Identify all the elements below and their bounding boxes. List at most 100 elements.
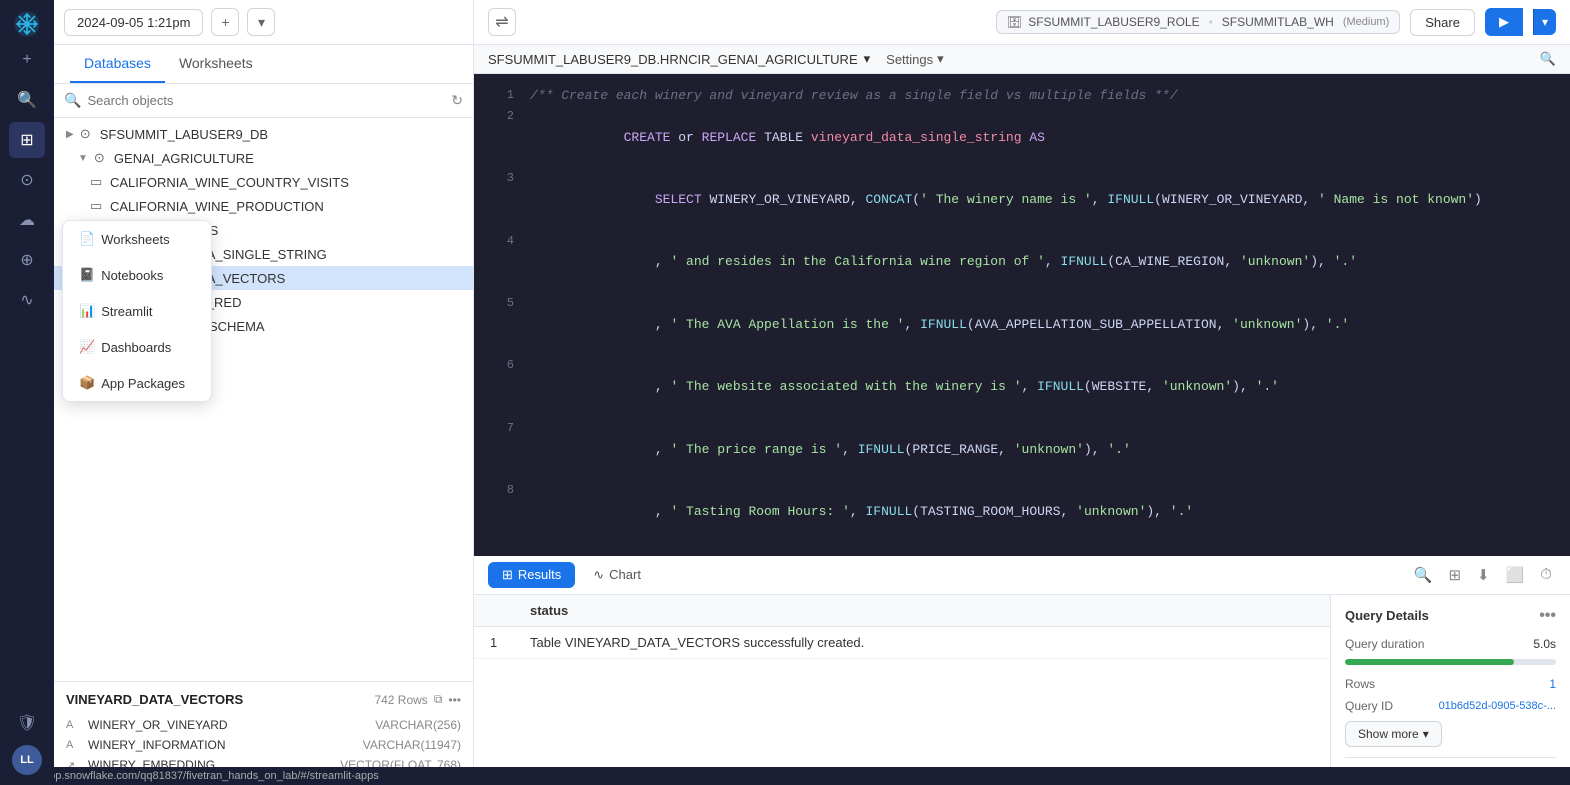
db-chevron-icon: ▾ xyxy=(864,51,871,67)
add-button[interactable]: + xyxy=(211,8,239,36)
tree-item-wine-production[interactable]: ▭ CALIFORNIA_WINE_PRODUCTION xyxy=(54,194,473,218)
db-role-icon: 🗄 xyxy=(1007,15,1022,29)
query-id-row: Query ID 01b6d52d-0905-538c-... xyxy=(1345,699,1556,713)
dropdown-worksheets[interactable]: 📄 Worksheets xyxy=(63,221,211,257)
chevron-icon: ▶ xyxy=(66,129,74,140)
table-info-header: VINEYARD_DATA_VECTORS 742 Rows ⧉ ••• xyxy=(66,692,461,707)
role-badge: 🗄 SFSUMMIT_LABUSER9_ROLE • SFSUMMITLAB_W… xyxy=(996,10,1400,34)
dashboards-icon: 📈 xyxy=(79,339,95,355)
nav-activity-icon[interactable]: ∿ xyxy=(9,282,45,318)
chart-tab-button[interactable]: ∿ Chart xyxy=(583,562,651,588)
rows-value: 1 xyxy=(1549,677,1556,691)
editor-search-button[interactable]: 🔍 xyxy=(1540,51,1556,67)
query-id-value[interactable]: 01b6d52d-0905-538c-... xyxy=(1439,700,1556,712)
results-toolbar: ⊞ Results ∿ Chart 🔍 ⊞ ⬇ ⬜ ⏱ xyxy=(474,556,1570,595)
duration-progress-fill xyxy=(1345,659,1514,665)
dropdown-button[interactable]: ▾ xyxy=(247,8,275,36)
code-line-4: 4 , ' and resides in the California wine… xyxy=(474,232,1570,294)
tree-root[interactable]: ▶ ⊙ SFSUMMIT_LABUSER9_DB xyxy=(54,122,473,146)
rows-row: Rows 1 xyxy=(1345,677,1556,691)
search-results-icon[interactable]: 🔍 xyxy=(1410,562,1437,588)
editor-icon-btn[interactable]: ⇌ xyxy=(488,8,516,36)
expand-icon[interactable]: ⬜ xyxy=(1502,562,1529,588)
query-details-title: Query Details ••• xyxy=(1345,607,1556,625)
chevron-down-icon: ▾ xyxy=(1423,727,1429,741)
tree-root-label: SFSUMMIT_LABUSER9_DB xyxy=(100,127,461,142)
code-line-3: 3 SELECT WINERY_OR_VINEYARD, CONCAT(' Th… xyxy=(474,169,1570,231)
date-pill[interactable]: 2024-09-05 1:21pm xyxy=(64,9,203,36)
nav-add-icon[interactable]: + xyxy=(9,42,45,78)
code-line-8: 8 , ' Tasting Room Hours: ', IFNULL(TAST… xyxy=(474,481,1570,543)
main-panel: ⇌ 🗄 SFSUMMIT_LABUSER9_ROLE • SFSUMMITLAB… xyxy=(474,0,1570,785)
copy-icon[interactable]: ⧉ xyxy=(434,692,443,707)
results-table: status 1 Table VINEYARD_DATA_VECTORS suc… xyxy=(474,595,1330,659)
query-details-more-icon[interactable]: ••• xyxy=(1539,607,1556,625)
nav-database-icon[interactable]: ⊞ xyxy=(9,122,45,158)
warehouse-size: (Medium) xyxy=(1343,16,1389,28)
editor-topbar: SFSUMMIT_LABUSER9_DB.HRNCIR_GENAI_AGRICU… xyxy=(474,45,1570,74)
run-button[interactable]: ▶ xyxy=(1485,8,1523,36)
download-icon[interactable]: ⬇ xyxy=(1473,562,1494,588)
run-icon: ▶ xyxy=(1499,14,1509,30)
nav-history-icon[interactable]: ⊙ xyxy=(9,162,45,198)
notebooks-icon: 📓 xyxy=(79,267,95,283)
dropdown-menu: 📄 Worksheets 📓 Notebooks 📊 Streamlit ➜ 📈… xyxy=(62,220,212,402)
search-input[interactable] xyxy=(87,93,445,108)
results-tab-button[interactable]: ⊞ Results xyxy=(488,562,575,588)
code-line-1: 1 /** Create each winery and vineyard re… xyxy=(474,86,1570,107)
nav-apps-icon[interactable]: ⊕ xyxy=(9,242,45,278)
worksheets-icon: 📄 xyxy=(79,231,95,247)
settings-button[interactable]: Settings ▾ xyxy=(886,51,944,67)
date-label: 2024-09-05 1:21pm xyxy=(77,15,190,30)
tab-worksheets[interactable]: Worksheets xyxy=(165,45,267,83)
results-table-container: status 1 Table VINEYARD_DATA_VECTORS suc… xyxy=(474,595,1330,785)
status-column-header: status xyxy=(514,595,1330,627)
nav-search-icon[interactable]: 🔍 xyxy=(9,82,45,118)
query-details-panel: Query Details ••• Query duration 5.0s Ro… xyxy=(1330,595,1570,785)
column-row-info[interactable]: A WINERY_INFORMATION VARCHAR(11947) xyxy=(66,735,461,755)
nav-cloud-icon[interactable]: ☁ xyxy=(9,202,45,238)
col-name-label: WINERY_INFORMATION xyxy=(88,738,355,752)
duration-value: 5.0s xyxy=(1533,637,1556,651)
clock-icon[interactable]: ⏱ xyxy=(1536,562,1556,587)
col-name-label: WINERY_OR_VINEYARD xyxy=(88,718,367,732)
col-type-label: VARCHAR(256) xyxy=(375,718,461,732)
dropdown-dashboards[interactable]: 📈 Dashboards xyxy=(63,329,211,365)
schema-icon: ⊙ xyxy=(94,150,110,166)
snowflake-logo[interactable] xyxy=(13,10,41,38)
details-divider xyxy=(1345,757,1556,758)
duration-progress-bar xyxy=(1345,659,1556,665)
query-id-label: Query ID xyxy=(1345,699,1393,713)
more-icon[interactable]: ••• xyxy=(448,693,461,707)
dropdown-notebooks[interactable]: 📓 Notebooks xyxy=(63,257,211,293)
search-icon: 🔍 xyxy=(64,92,81,109)
nav-shield-icon[interactable]: 🛡 xyxy=(9,705,45,741)
share-button[interactable]: Share xyxy=(1410,9,1475,36)
table-icon: ▭ xyxy=(90,174,106,190)
text-type-icon: A xyxy=(66,719,80,731)
sidebar-tabs: Databases Worksheets xyxy=(54,45,473,84)
columns-icon[interactable]: ⊞ xyxy=(1444,562,1465,588)
dropdown-streamlit[interactable]: 📊 Streamlit ➜ xyxy=(63,293,211,329)
db-selector[interactable]: SFSUMMIT_LABUSER9_DB.HRNCIR_GENAI_AGRICU… xyxy=(488,51,870,67)
row-count-label: 742 Rows xyxy=(374,693,427,707)
column-row-winery[interactable]: A WINERY_OR_VINEYARD VARCHAR(256) xyxy=(66,715,461,735)
tab-databases[interactable]: Databases xyxy=(70,45,165,83)
table-results-icon: ⊞ xyxy=(502,567,513,583)
user-avatar[interactable]: LL xyxy=(12,745,42,775)
run-dropdown-button[interactable]: ▾ xyxy=(1533,9,1556,35)
row-num-header xyxy=(474,595,514,627)
text-type-icon: A xyxy=(66,739,80,751)
row-num-cell: 1 xyxy=(474,626,514,658)
code-line-7: 7 , ' The price range is ', IFNULL(PRICE… xyxy=(474,419,1570,481)
sidebar-search-bar: 🔍 ↻ xyxy=(54,84,473,118)
dropdown-app-packages[interactable]: 📦 App Packages xyxy=(63,365,211,401)
tree-item-wine-visits[interactable]: ▭ CALIFORNIA_WINE_COUNTRY_VISITS xyxy=(54,170,473,194)
code-editor[interactable]: 1 /** Create each winery and vineyard re… xyxy=(474,74,1570,556)
show-more-button[interactable]: Show more ▾ xyxy=(1345,721,1442,747)
code-line-5: 5 , ' The AVA Appellation is the ', IFNU… xyxy=(474,294,1570,356)
tree-item-label: CALIFORNIA_WINE_PRODUCTION xyxy=(110,199,461,214)
tree-item-genai[interactable]: ▼ ⊙ GENAI_AGRICULTURE xyxy=(54,146,473,170)
table-row: 1 Table VINEYARD_DATA_VECTORS successful… xyxy=(474,626,1330,658)
refresh-icon[interactable]: ↻ xyxy=(451,92,463,109)
